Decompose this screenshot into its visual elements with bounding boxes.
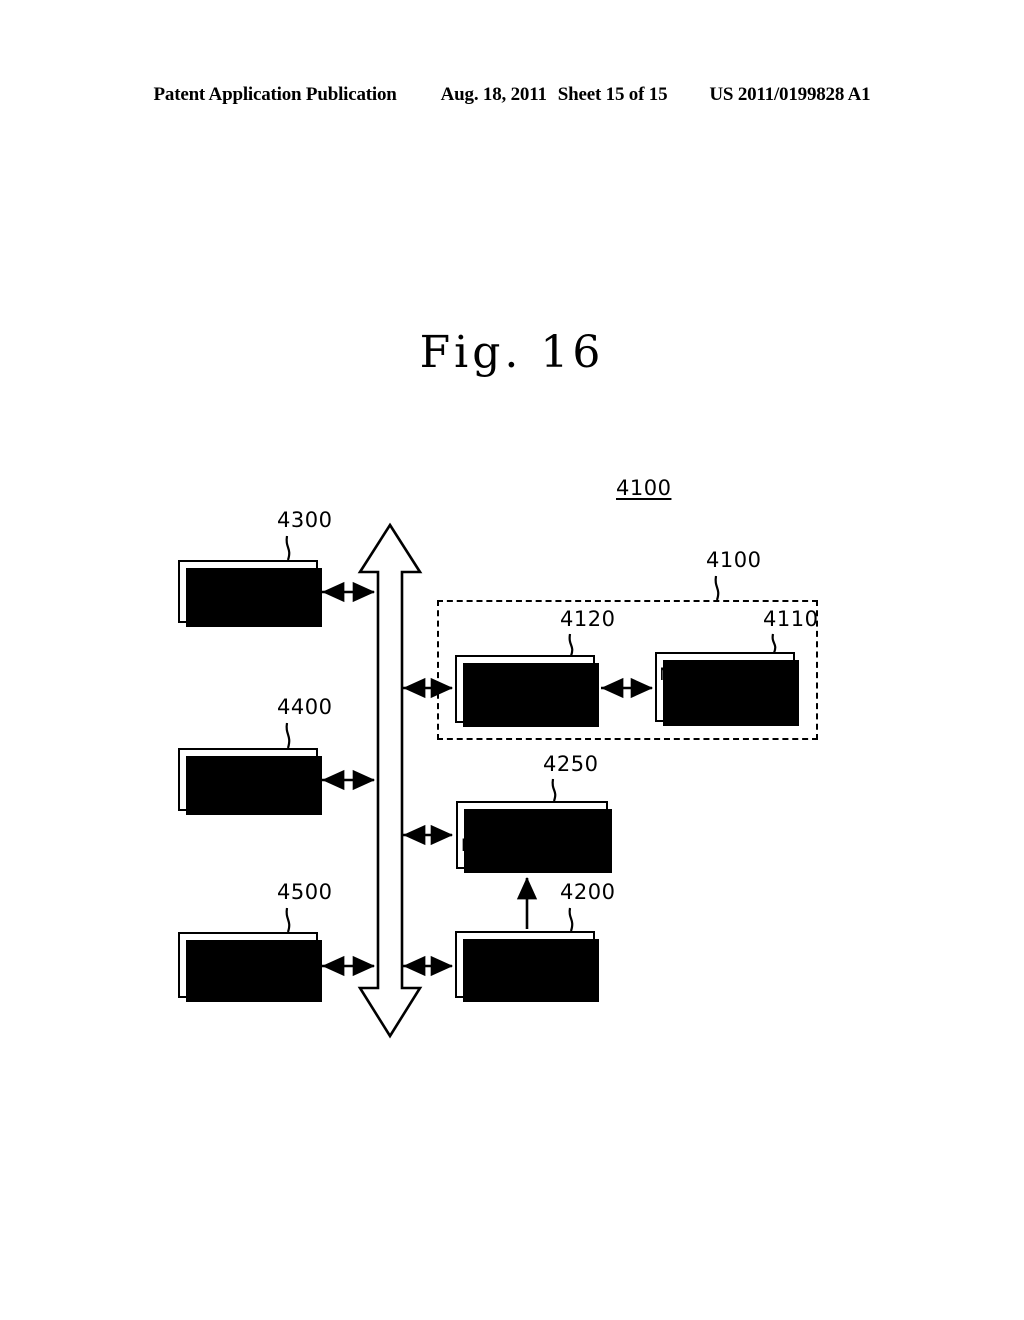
leader-line-4500 [285, 907, 291, 933]
ref-numeral-4110: 4110 [763, 607, 819, 631]
block-auxiliary-power-supply-label-line-2: Power Supply [460, 836, 604, 856]
block-ram: RAM [178, 748, 322, 815]
block-memory-controller-label-line-2: Controller [465, 690, 585, 710]
block-user-interface-label-line-1: User [224, 943, 272, 964]
block-auxiliary-power-supply-label-line-1: Auxiliary [478, 813, 586, 834]
block-user-interface-label-line-2: Interface [194, 966, 302, 986]
ref-numeral-4000: 4100 [616, 476, 672, 500]
block-power-supply-label-line-1: Power [495, 942, 555, 963]
block-ram-label-line-1: RAM [230, 769, 266, 790]
ref-numeral-4300: 4300 [277, 508, 333, 532]
leader-line-4100 [714, 575, 720, 601]
ref-numeral-4120: 4120 [560, 607, 616, 631]
system-bus-arrow [357, 522, 423, 1039]
block-auxiliary-power-supply: Auxiliary Power Supply [456, 801, 612, 873]
ref-numeral-4100: 4100 [706, 548, 762, 572]
block-nonvolatile-memory: Nonvolatile Memory [655, 652, 799, 726]
block-power-supply: Power Supply [455, 931, 599, 1002]
block-power-supply-label-line-2: Supply [489, 965, 561, 986]
block-user-interface: User Interface [178, 932, 322, 1002]
figure-drawing: 4100 CPU RAM User Interface Memory Contr… [0, 0, 1024, 1320]
ref-numeral-4200: 4200 [560, 880, 616, 904]
leader-line-4250 [551, 778, 557, 802]
block-nonvolatile-memory-label-line-1: Nonvolatile [659, 665, 791, 686]
leader-line-4300 [285, 535, 291, 561]
leader-line-4200 [568, 907, 574, 932]
ref-numeral-4500: 4500 [277, 880, 333, 904]
block-cpu: CPU [178, 560, 322, 627]
leader-line-4400 [285, 722, 291, 749]
block-memory-controller-label-line-1: Memory [489, 667, 561, 688]
ref-numeral-4250: 4250 [543, 752, 599, 776]
ref-numeral-4400: 4400 [277, 695, 333, 719]
block-memory-controller: Memory Controller [455, 655, 599, 727]
block-cpu-label-line-1: CPU [230, 581, 266, 602]
block-nonvolatile-memory-label-line-2: Memory [689, 688, 761, 708]
